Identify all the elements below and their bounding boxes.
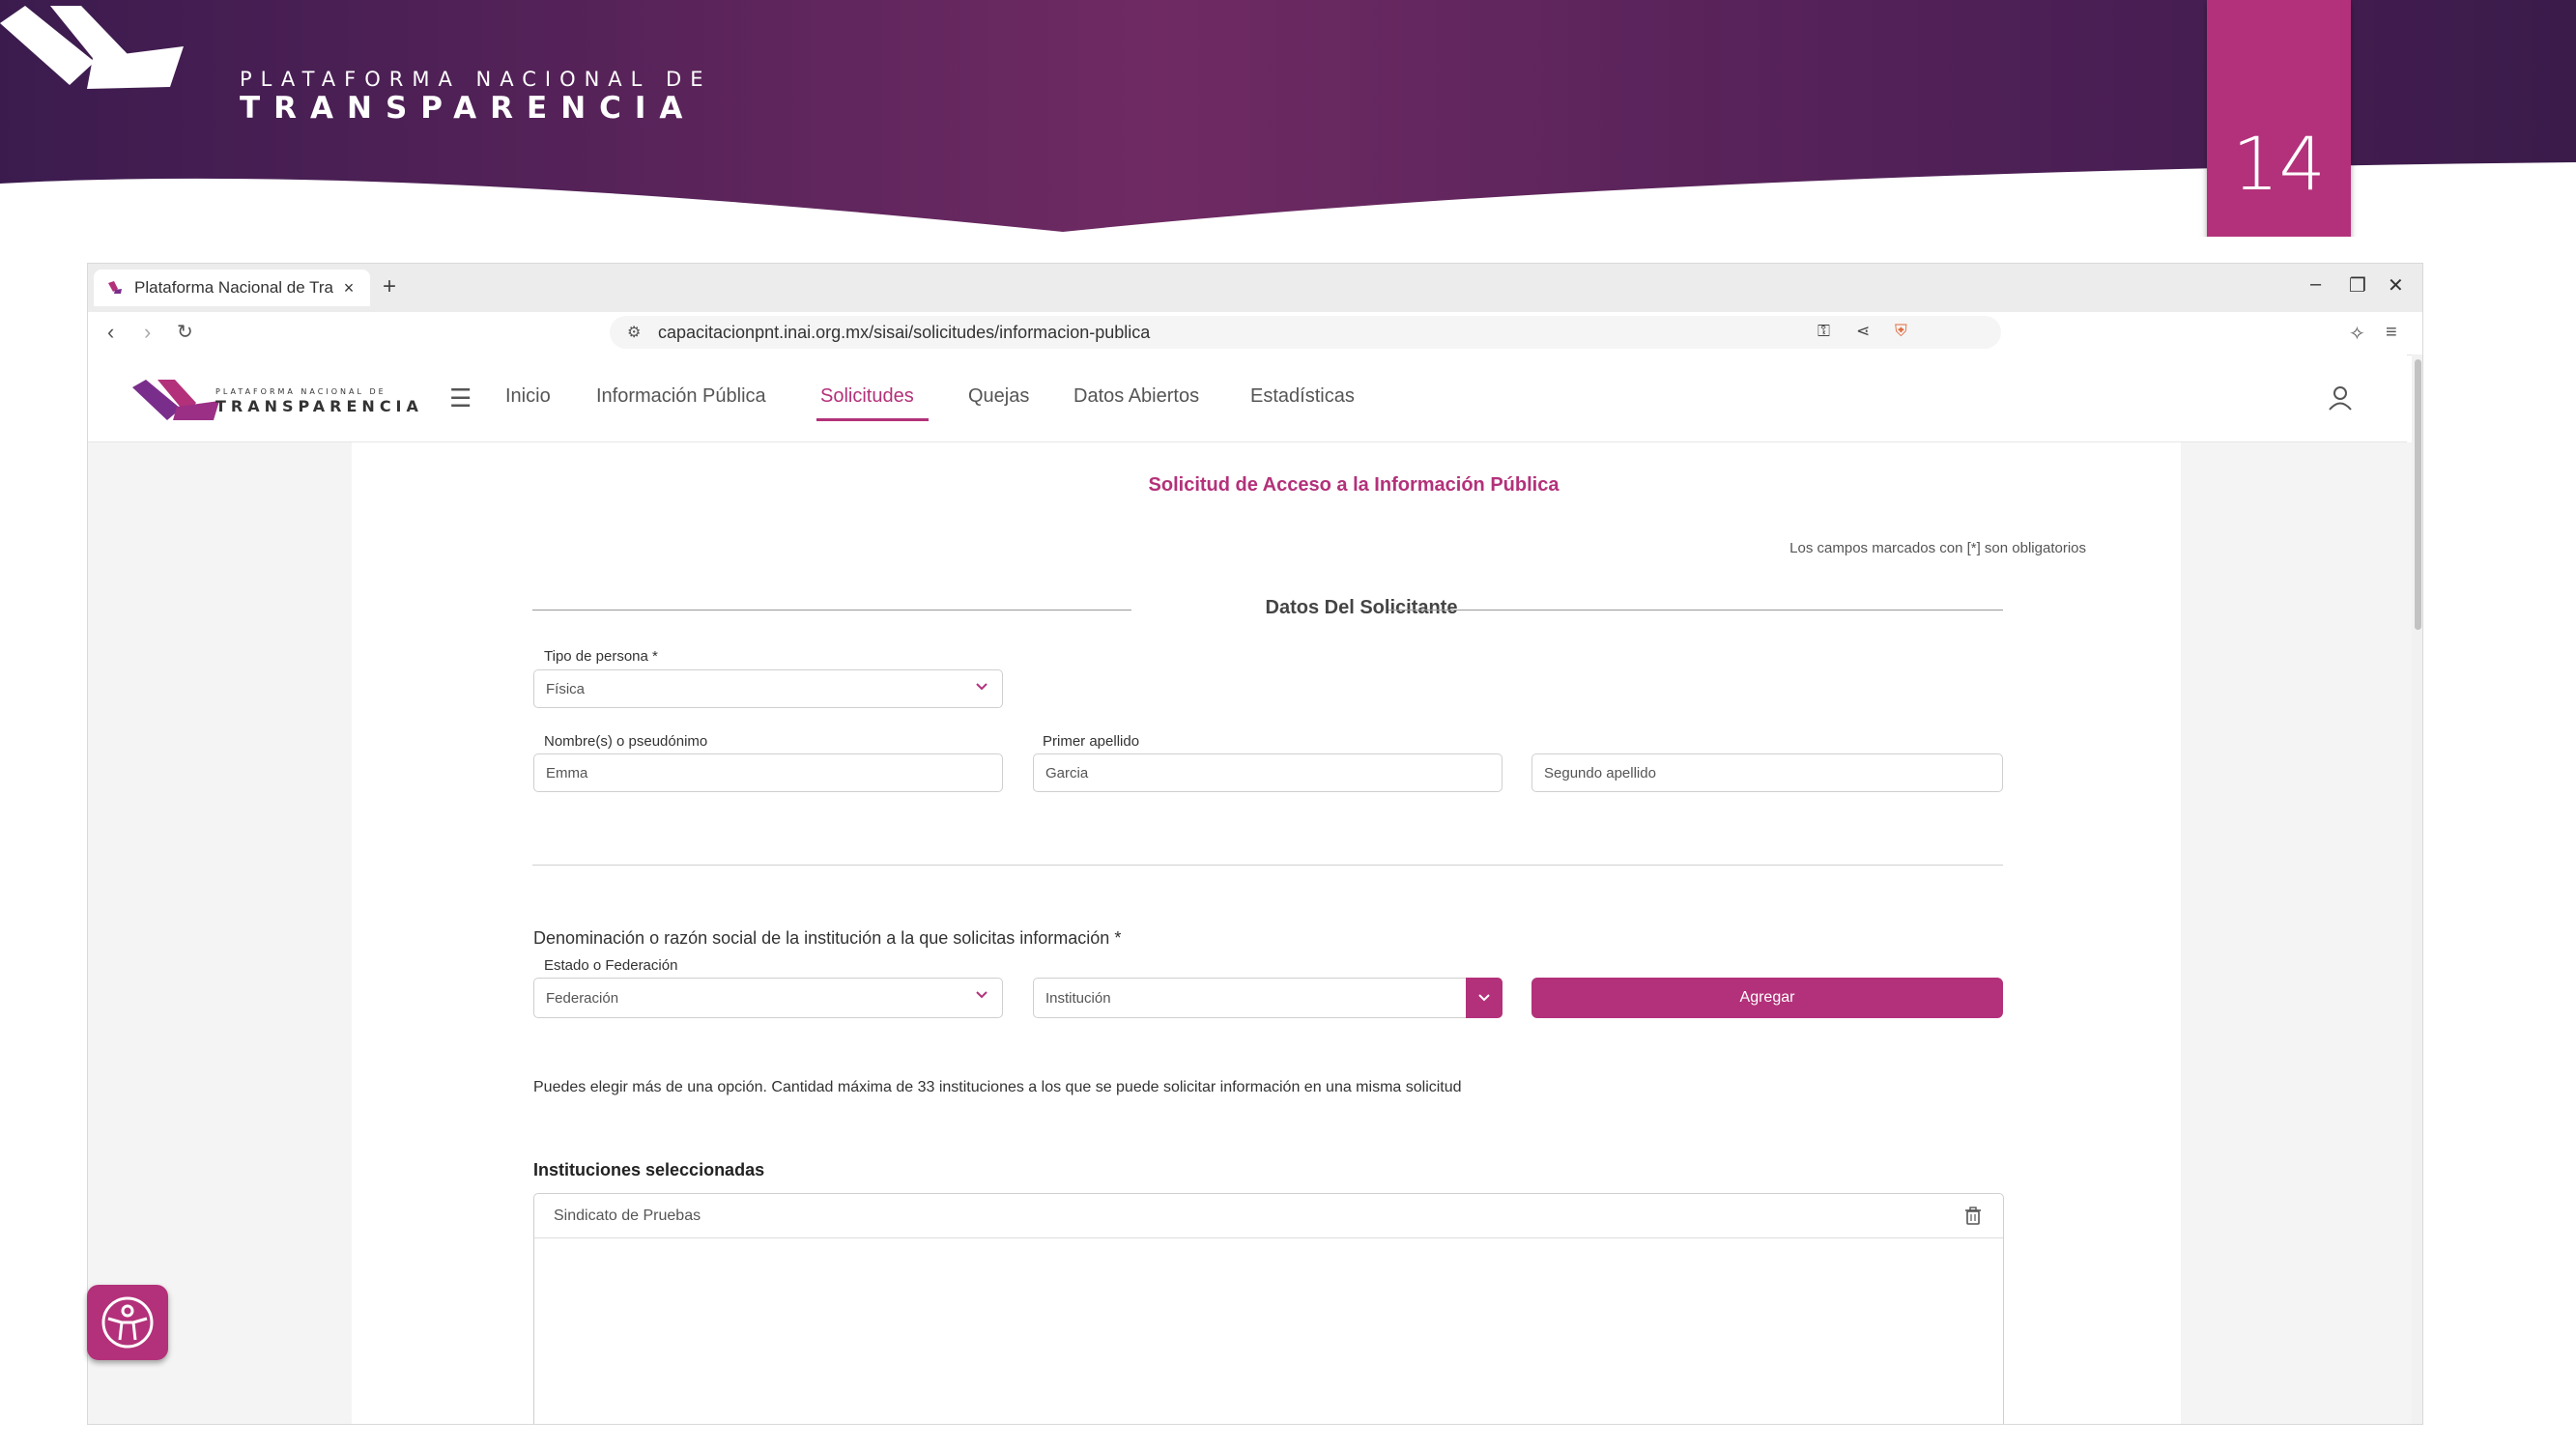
estado-value: Federación bbox=[546, 989, 619, 1007]
accessibility-button[interactable] bbox=[87, 1285, 168, 1360]
share-icon[interactable]: ⋖ bbox=[1856, 322, 1870, 341]
section-line-left bbox=[532, 610, 1131, 611]
user-icon[interactable] bbox=[2326, 384, 2355, 412]
segundo-apellido-placeholder: Segundo apellido bbox=[1544, 764, 1656, 781]
restore-icon[interactable]: ❐ bbox=[2349, 273, 2366, 298]
tab-bar: Plataforma Nacional de Tra × + – ❐ ✕ bbox=[88, 264, 2422, 312]
selected-institution-name: Sindicato de Pruebas bbox=[554, 1207, 701, 1224]
scrollbar-thumb[interactable] bbox=[2415, 359, 2421, 630]
primer-apellido-value: Garcia bbox=[1045, 764, 1089, 781]
slide-number: 14 bbox=[2207, 0, 2351, 237]
estado-select[interactable]: Federación bbox=[533, 978, 1003, 1018]
help-text: Puedes elegir más de una opción. Cantida… bbox=[533, 1079, 1462, 1095]
url-text: capacitacionpnt.inai.org.mx/sisai/solici… bbox=[658, 322, 1151, 342]
segundo-apellido-input[interactable]: Segundo apellido bbox=[1531, 753, 2003, 792]
selected-institutions-title: Instituciones seleccionadas bbox=[533, 1160, 765, 1179]
institucion-dropdown-button[interactable] bbox=[1466, 978, 1503, 1018]
nav-solicitudes[interactable]: Solicitudes bbox=[820, 385, 914, 408]
right-gutter bbox=[2181, 442, 2412, 1424]
browser-tab[interactable]: Plataforma Nacional de Tra × bbox=[94, 270, 370, 306]
site-brand-line-2: TRANSPARENCIA bbox=[215, 397, 423, 415]
slide-banner: PLATAFORMA NACIONAL DE TRANSPARENCIA 14 bbox=[0, 0, 2576, 237]
nombre-value: Emma bbox=[546, 764, 588, 781]
tipo-persona-select[interactable]: Física bbox=[533, 669, 1003, 708]
estado-label: Estado o Federación bbox=[544, 957, 678, 974]
tipo-persona-value: Física bbox=[546, 680, 586, 697]
active-nav-underline bbox=[816, 418, 929, 421]
shield-icon[interactable]: ⛨ bbox=[1895, 322, 1907, 341]
site-brand-line-1: PLATAFORMA NACIONAL DE bbox=[215, 387, 386, 396]
site-header: PLATAFORMA NACIONAL DE TRANSPARENCIA ☰ I… bbox=[88, 355, 2407, 442]
primer-apellido-label: Primer apellido bbox=[1043, 733, 1140, 750]
reload-icon[interactable]: ↻ bbox=[177, 320, 193, 344]
new-tab-button[interactable]: + bbox=[383, 273, 396, 300]
brand-logo-icon bbox=[0, 6, 184, 89]
nombre-label: Nombre(s) o pseudónimo bbox=[544, 733, 708, 750]
selected-institutions-list: Sindicato de Pruebas bbox=[533, 1193, 2004, 1424]
list-item: Sindicato de Pruebas bbox=[534, 1194, 2003, 1238]
form-title: Solicitud de Acceso a la Información Púb… bbox=[1148, 474, 1560, 496]
forward-icon[interactable]: › bbox=[144, 320, 151, 345]
hamburger-menu-icon[interactable]: ☰ bbox=[449, 384, 472, 413]
primer-apellido-input[interactable]: Garcia bbox=[1033, 753, 1503, 792]
brand-line-1: PLATAFORMA NACIONAL DE bbox=[240, 68, 712, 91]
site-logo-icon bbox=[132, 380, 219, 420]
form-divider bbox=[532, 865, 2003, 866]
brand-line-2: TRANSPARENCIA bbox=[240, 91, 697, 126]
institucion-placeholder: Institución bbox=[1045, 989, 1111, 1007]
chevron-down-icon bbox=[976, 991, 987, 999]
trash-icon[interactable] bbox=[1964, 1207, 1982, 1226]
tab-close-icon[interactable]: × bbox=[337, 278, 360, 298]
nav-datos-abiertos[interactable]: Datos Abiertos bbox=[1073, 385, 1199, 408]
minimize-icon[interactable]: – bbox=[2310, 273, 2321, 296]
nav-informacion-publica[interactable]: Información Pública bbox=[596, 385, 766, 408]
chevron-down-icon bbox=[976, 683, 987, 691]
browser-window: Plataforma Nacional de Tra × + – ❐ ✕ ‹ ›… bbox=[87, 263, 2423, 1425]
site-settings-icon[interactable]: ⚙ bbox=[627, 323, 644, 342]
favicon-icon bbox=[108, 281, 122, 294]
back-icon[interactable]: ‹ bbox=[107, 320, 114, 345]
agregar-button[interactable]: Agregar bbox=[1531, 978, 2003, 1018]
section-line-right bbox=[1388, 610, 2003, 611]
key-icon[interactable]: ⚿ bbox=[1818, 322, 1830, 341]
url-field[interactable]: ⚙ capacitacionpnt.inai.org.mx/sisai/soli… bbox=[610, 316, 2001, 349]
tipo-persona-label: Tipo de persona * bbox=[544, 648, 658, 665]
chevron-down-icon bbox=[1478, 994, 1490, 1002]
close-window-icon[interactable]: ✕ bbox=[2388, 273, 2404, 298]
tab-title: Plataforma Nacional de Tra bbox=[134, 278, 333, 297]
left-gutter bbox=[88, 442, 352, 1424]
extensions-icon[interactable]: ✧ bbox=[2349, 322, 2365, 346]
nav-inicio[interactable]: Inicio bbox=[505, 385, 551, 408]
browser-menu-icon[interactable]: ≡ bbox=[2386, 322, 2397, 344]
nav-quejas[interactable]: Quejas bbox=[968, 385, 1029, 408]
scrollbar[interactable] bbox=[2412, 355, 2422, 1424]
institucion-select[interactable]: Institución bbox=[1033, 978, 1503, 1018]
nombre-input[interactable]: Emma bbox=[533, 753, 1003, 792]
nav-estadisticas[interactable]: Estadísticas bbox=[1250, 385, 1355, 408]
section-title: Datos Del Solicitante bbox=[1265, 597, 1458, 618]
institucion-question: Denominación o razón social de la instit… bbox=[533, 928, 1122, 948]
address-bar-row: ‹ › ↻ ⚙ capacitacionpnt.inai.org.mx/sisa… bbox=[88, 312, 2422, 355]
accessibility-icon bbox=[101, 1296, 154, 1349]
required-note: Los campos marcados con [*] son obligato… bbox=[1789, 540, 2086, 556]
